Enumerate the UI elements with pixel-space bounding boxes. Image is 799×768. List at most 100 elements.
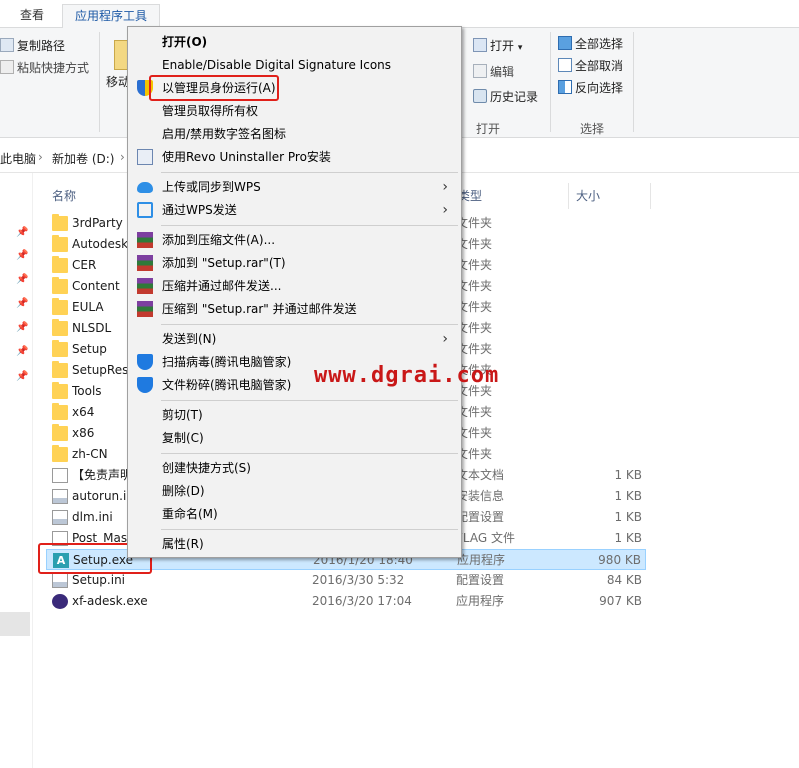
menu-item[interactable]: 发送到(N) › (131, 328, 458, 350)
file-row[interactable]: xf-adesk.exe 2016/3/20 17:04 应用程序 907 KB (46, 591, 646, 612)
select-group-label: 选择 (580, 122, 605, 136)
copy-path-button[interactable]: 复制路径 (0, 36, 65, 56)
pin-icon[interactable]: 📌 (16, 298, 28, 309)
menu-item-label: 属性(R) (162, 537, 204, 551)
menu-separator (161, 453, 458, 454)
menu-item[interactable]: 删除(D) (131, 480, 458, 502)
menu-item[interactable]: 管理员取得所有权 (131, 100, 458, 122)
menu-item[interactable]: 打开(O) (131, 31, 458, 53)
ribbon-divider (99, 32, 100, 132)
menu-item[interactable]: 使用Revo Uninstaller Pro安装 (131, 146, 458, 168)
column-header-size[interactable]: 大小 (576, 185, 600, 207)
select-all-label: 全部选择 (575, 37, 624, 51)
menu-item-label: 复制(C) (162, 431, 204, 445)
folder-icon (52, 403, 68, 420)
revo-icon (137, 149, 153, 165)
menu-item[interactable]: 压缩并通过邮件发送... (131, 275, 458, 297)
chevron-right-icon[interactable]: › (38, 150, 43, 164)
menu-item[interactable]: 通过WPS发送 › (131, 199, 458, 221)
file-date: 2016/3/30 5:32 (312, 573, 405, 587)
menu-item[interactable]: 添加到 "Setup.rar"(T) (131, 252, 458, 274)
file-type: 文本文档 (456, 468, 505, 482)
menu-item-label: 打开(O) (162, 35, 208, 49)
menu-separator (161, 529, 458, 530)
folder-icon (52, 214, 68, 231)
breadcrumb-drive-d[interactable]: 新加卷 (D:) (52, 150, 114, 167)
ribbon-tab-bar: 查看 应用程序工具 (0, 0, 799, 28)
pin-icon[interactable]: 📌 (16, 274, 28, 285)
ribbon-divider (633, 32, 634, 132)
select-none-label: 全部取消 (575, 59, 624, 73)
pin-icon[interactable]: 📌 (16, 346, 28, 357)
invert-selection-button[interactable]: 反向选择 (558, 78, 623, 98)
menu-item-label: 压缩并通过邮件发送... (162, 279, 282, 293)
menu-item[interactable]: 属性(R) (131, 533, 458, 555)
menu-item-label: Enable/Disable Digital Signature Icons (162, 58, 392, 72)
menu-item[interactable]: 剪切(T) (131, 404, 458, 426)
file-size: 1 KB (614, 468, 642, 482)
chevron-right-icon[interactable]: › (120, 150, 125, 164)
ini-file-icon (52, 510, 68, 525)
winrar-icon (137, 278, 153, 294)
chevron-right-icon: › (442, 202, 448, 218)
column-divider[interactable] (650, 183, 651, 209)
column-divider[interactable] (568, 183, 569, 209)
tab-view[interactable]: 查看 (8, 4, 56, 28)
file-size: 84 KB (606, 573, 642, 587)
menu-separator (161, 172, 458, 173)
menu-item[interactable]: 创建快捷方式(S) (131, 457, 458, 479)
menu-item[interactable]: Enable/Disable Digital Signature Icons (131, 54, 458, 76)
ini-file-icon (52, 489, 68, 504)
menu-item[interactable]: 启用/禁用数字签名图标 (131, 123, 458, 145)
open-group-label: 打开 (476, 122, 501, 136)
menu-separator (161, 225, 458, 226)
open-button[interactable]: 打开 ▾ (473, 36, 522, 56)
tab-app-tools[interactable]: 应用程序工具 (62, 4, 161, 28)
folder-icon (52, 256, 68, 273)
column-header-name[interactable]: 名称 (52, 185, 76, 207)
menu-item-label: 启用/禁用数字签名图标 (162, 127, 287, 141)
folder-icon (52, 235, 68, 252)
paste-shortcut-label: 粘贴快捷方式 (17, 61, 90, 75)
menu-item-label: 使用Revo Uninstaller Pro安装 (162, 150, 331, 164)
menu-item[interactable]: 添加到压缩文件(A)... (131, 229, 458, 251)
edit-button[interactable]: 编辑 (473, 62, 514, 82)
breadcrumb-this-pc[interactable]: 此电脑 (0, 150, 36, 167)
file-type: 应用程序 (457, 553, 506, 567)
menu-item[interactable]: 上传或同步到WPS › (131, 176, 458, 198)
history-button[interactable]: 历史记录 (473, 87, 538, 107)
ini-file-icon (52, 573, 68, 588)
winrar-icon (137, 301, 153, 317)
menu-separator (161, 400, 458, 401)
menu-item-label: 添加到 "Setup.rar"(T) (162, 256, 286, 270)
select-none-button[interactable]: 全部取消 (558, 56, 623, 76)
menu-item[interactable]: 重命名(M) (131, 503, 458, 525)
menu-item-label: 通过WPS发送 (162, 203, 237, 217)
pin-icon[interactable]: 📌 (16, 322, 28, 333)
navigation-pane: 📌 📌 📌 📌 📌 📌 📌 (0, 173, 33, 768)
highlight-box (149, 75, 279, 101)
paste-shortcut-button[interactable]: 粘贴快捷方式 (0, 58, 89, 78)
file-date: 2016/3/20 17:04 (312, 594, 412, 608)
chevron-right-icon: › (442, 179, 448, 195)
menu-item[interactable]: 压缩到 "Setup.rar" 并通过邮件发送 (131, 298, 458, 320)
pin-icon[interactable]: 📌 (16, 250, 28, 261)
history-icon (473, 89, 487, 103)
nav-selected-item[interactable] (0, 612, 30, 636)
file-size: 1 KB (614, 531, 642, 545)
pin-icon[interactable]: 📌 (16, 227, 28, 238)
keygen-app-icon (52, 594, 68, 609)
menu-item[interactable]: 复制(C) (131, 427, 458, 449)
menu-item-label: 重命名(M) (162, 507, 218, 521)
open-label: 打开 (490, 39, 515, 53)
select-all-button[interactable]: 全部选择 (558, 34, 623, 54)
pin-icon[interactable]: 📌 (16, 371, 28, 382)
menu-item-label: 管理员取得所有权 (162, 104, 259, 118)
folder-icon (52, 298, 68, 315)
move-to-icon (114, 40, 128, 70)
file-name: xf-adesk.exe (72, 594, 148, 608)
invert-selection-label: 反向选择 (575, 81, 624, 95)
folder-icon (52, 277, 68, 294)
invert-selection-icon (558, 80, 572, 94)
file-type: 配置设置 (456, 573, 505, 587)
